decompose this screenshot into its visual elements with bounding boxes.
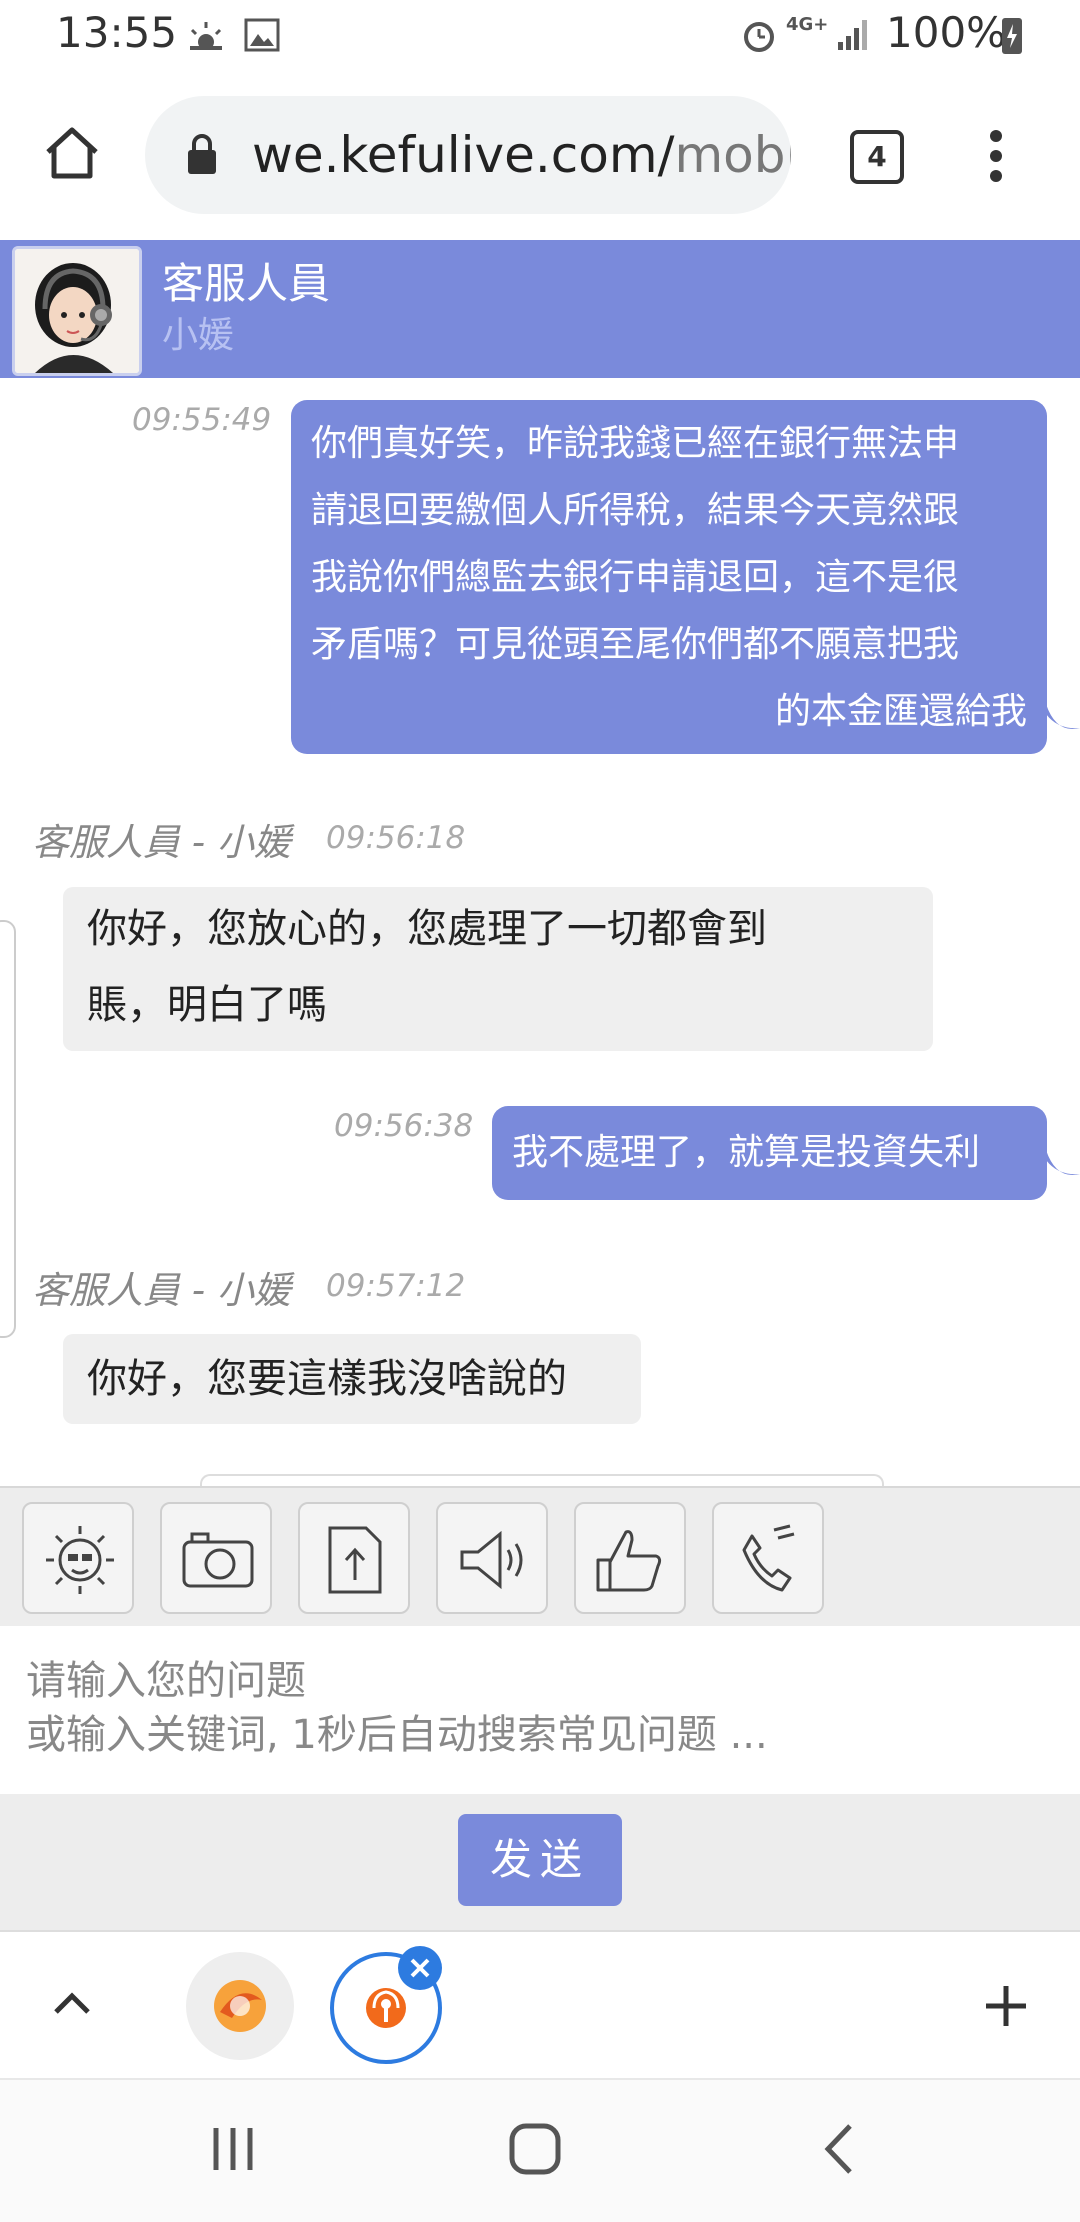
plus-icon[interactable] (984, 1984, 1028, 2028)
battery-icon (1002, 18, 1022, 54)
browser-bottom-bar (0, 1930, 1080, 2080)
recent-apps-icon[interactable] (208, 2124, 258, 2174)
chat-header: 客服人員 小媛 (0, 240, 1080, 378)
back-icon[interactable] (820, 2122, 860, 2176)
message-time: 09:55:49 (132, 402, 272, 438)
message-sender: 客服人員 - 小媛 (32, 821, 291, 864)
agent-name: 小媛 (162, 315, 235, 356)
alarm-icon (744, 22, 774, 52)
camera-button[interactable] (160, 1502, 272, 1614)
app-bubble[interactable] (186, 1952, 294, 2060)
message-line: 賬，明白了嗎 (87, 982, 327, 1028)
phone-button[interactable] (712, 1502, 824, 1614)
message-line: 矛盾嗎？可見從頭至尾你們都不願意把我 (311, 624, 960, 665)
network-type: 4G+ (786, 14, 829, 35)
gallery-icon (244, 18, 280, 52)
chat-title: 客服人員 (162, 259, 331, 308)
voice-button[interactable] (436, 1502, 548, 1614)
agent-message-bubble: 你好，您放心的，您處理了一切都會到 賬，明白了嗎 (63, 887, 933, 1051)
app-logo-icon (214, 1980, 266, 2032)
message-line: 請退回要繳個人所得稅，結果今天竟然跟 (311, 490, 960, 531)
side-panel-edge (0, 920, 16, 1338)
message-line: 你好，您要這樣我沒啥說的 (87, 1356, 567, 1402)
close-bubble-button[interactable] (398, 1946, 442, 1990)
battery-percent: 100% (886, 8, 1007, 57)
close-icon (410, 1958, 430, 1978)
message-time: 09:57:12 (326, 1268, 466, 1304)
bubble-tail-icon (1046, 704, 1080, 729)
like-icon (596, 1530, 662, 1592)
message-input[interactable]: 请输入您的问题 或输入关键词, 1秒后自动搜索常见问题 ... (0, 1626, 1080, 1794)
message-line: 我說你們總監去銀行申請退回，這不是很 (311, 557, 960, 598)
url-text[interactable]: we.kefulive.com/mobi (252, 126, 791, 184)
camera-icon (182, 1532, 254, 1588)
lock-icon (188, 134, 216, 174)
home-nav-icon[interactable] (508, 2122, 562, 2176)
like-button[interactable] (574, 1502, 686, 1614)
upload-button[interactable] (298, 1502, 410, 1614)
voice-icon (460, 1530, 523, 1590)
weather-icon (190, 22, 222, 50)
browser-toolbar: we.kefulive.com/mobi 4 (0, 72, 1080, 240)
user-message-bubble: 我不處理了，就算是投資失利 (492, 1106, 1047, 1200)
send-area: 发送 (0, 1794, 1080, 1930)
user-message-bubble: 你們真好笑，昨說我錢已經在銀行無法申 請退回要繳個人所得稅，結果今天竟然跟 我說… (291, 400, 1047, 754)
agent-avatar (12, 246, 142, 376)
upload-icon (328, 1526, 382, 1594)
chevron-up-icon[interactable] (50, 1988, 94, 2018)
status-time: 13:55 (56, 8, 178, 57)
input-placeholder: 请输入您的问题 (26, 1658, 306, 1704)
message-line: 我不處理了，就算是投資失利 (512, 1132, 981, 1173)
message-line: 你們真好笑，昨說我錢已經在銀行無法申 (311, 423, 960, 464)
message-sender: 客服人員 - 小媛 (32, 1269, 291, 1312)
message-line: 你好，您放心的，您處理了一切都會到 (87, 906, 767, 952)
message-line: 的本金匯還給我 (774, 691, 1027, 732)
emoji-icon (46, 1526, 114, 1594)
emoji-button[interactable] (22, 1502, 134, 1614)
address-bar[interactable]: we.kefulive.com/mobi (145, 96, 791, 214)
signal-icon (838, 20, 867, 50)
status-bar: 13:55 4G+ 100% (0, 0, 1080, 72)
agent-avatar-icon (15, 249, 139, 373)
tab-switcher-button[interactable]: 4 (850, 130, 904, 184)
input-placeholder-hint: 或输入关键词, 1秒后自动搜索常见问题 ... (26, 1712, 768, 1758)
system-nav-bar (0, 2078, 1080, 2222)
send-button[interactable]: 发送 (458, 1814, 622, 1906)
more-menu-icon[interactable] (986, 128, 1006, 184)
chat-toolbar (0, 1486, 1080, 1628)
agent-message-bubble: 你好，您要這樣我沒啥說的 (63, 1334, 641, 1424)
message-time: 09:56:18 (326, 820, 466, 856)
home-icon[interactable] (42, 122, 102, 182)
phone-icon (742, 1524, 795, 1592)
bubble-tail-icon (1046, 1150, 1080, 1175)
message-time: 09:56:38 (334, 1108, 474, 1144)
